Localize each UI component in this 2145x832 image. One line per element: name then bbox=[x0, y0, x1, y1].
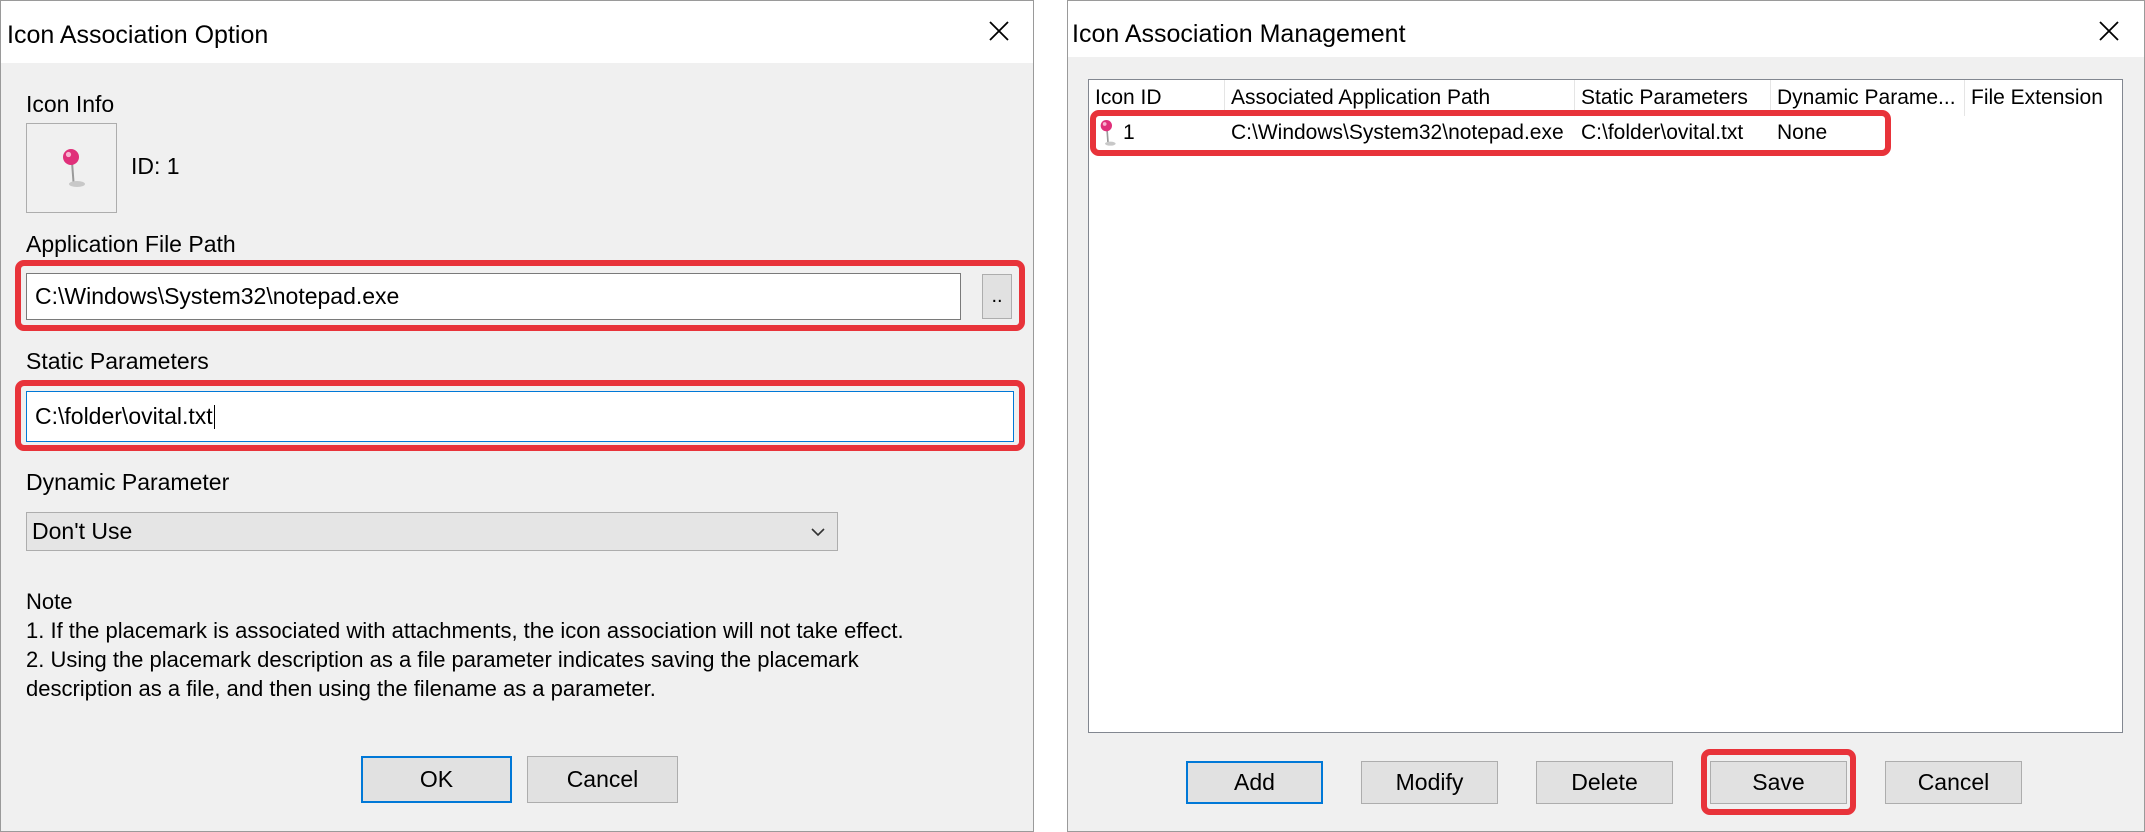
close-button[interactable] bbox=[967, 1, 1031, 61]
table-row[interactable]: 1 C:\Windows\System32\notepad.exe C:\fol… bbox=[1089, 116, 2122, 150]
cell-icon-id: 1 bbox=[1089, 116, 1225, 150]
column-header-icon-id[interactable]: Icon ID bbox=[1089, 80, 1225, 116]
dynamic-parameter-label: Dynamic Parameter bbox=[26, 469, 230, 495]
icon-info-label: Icon Info bbox=[26, 91, 115, 117]
column-header-app-path[interactable]: Associated Application Path bbox=[1225, 80, 1575, 116]
save-button[interactable]: Save bbox=[1710, 761, 1847, 804]
cell-app-path: C:\Windows\System32\notepad.exe bbox=[1231, 121, 1564, 144]
column-header-file-extension[interactable]: File Extension bbox=[1965, 80, 2122, 116]
icon-association-list[interactable]: Icon ID Associated Application Path Stat… bbox=[1088, 79, 2123, 733]
ok-button[interactable]: OK bbox=[361, 756, 512, 803]
dynamic-parameter-selected: Don't Use bbox=[32, 518, 133, 544]
close-button[interactable] bbox=[2078, 1, 2140, 61]
dialog-title: Icon Association Option bbox=[7, 21, 269, 49]
note-line-2: 2. Using the placemark description as a … bbox=[26, 647, 859, 672]
list-header: Icon ID Associated Application Path Stat… bbox=[1089, 80, 2122, 116]
icon-preview-button[interactable] bbox=[26, 123, 117, 213]
cell-static-params: C:\folder\ovital.txt bbox=[1581, 121, 1744, 144]
column-header-dynamic-params[interactable]: Dynamic Parame... bbox=[1771, 80, 1965, 116]
title-bar: Icon Association Option bbox=[1, 1, 1033, 63]
cell-dynamic-params: None bbox=[1777, 121, 1828, 144]
pushpin-icon bbox=[1100, 120, 1116, 146]
title-bar: Icon Association Management bbox=[1068, 1, 2144, 57]
pushpin-icon bbox=[62, 149, 85, 187]
application-file-path-label: Application File Path bbox=[26, 231, 236, 257]
icon-association-management-dialog: Icon Association Management Icon ID Asso… bbox=[1067, 0, 2145, 832]
modify-button[interactable]: Modify bbox=[1361, 761, 1498, 804]
close-icon bbox=[2099, 21, 2119, 41]
browse-button[interactable]: .. bbox=[982, 274, 1012, 319]
static-parameters-label: Static Parameters bbox=[26, 348, 209, 374]
note-title: Note bbox=[26, 589, 73, 614]
text-caret bbox=[213, 404, 215, 429]
column-header-static-params[interactable]: Static Parameters bbox=[1575, 80, 1771, 116]
chevron-down-icon bbox=[811, 528, 825, 537]
static-parameters-input[interactable]: C:\folder\ovital.txt bbox=[26, 391, 1014, 442]
note-line-3: description as a file, and then using th… bbox=[26, 676, 656, 701]
cancel-button[interactable]: Cancel bbox=[1885, 761, 2022, 804]
icon-id-text: ID: 1 bbox=[131, 153, 180, 179]
static-parameters-value: C:\folder\ovital.txt bbox=[35, 403, 213, 429]
icon-id-value: 1 bbox=[1123, 121, 1135, 144]
application-file-path-input[interactable]: C:\Windows\System32\notepad.exe bbox=[26, 273, 961, 320]
delete-button[interactable]: Delete bbox=[1536, 761, 1673, 804]
close-icon bbox=[989, 21, 1009, 41]
cell-file-extension bbox=[1965, 116, 2122, 150]
dialog-title: Icon Association Management bbox=[1072, 20, 1406, 48]
cancel-button[interactable]: Cancel bbox=[527, 756, 678, 803]
add-button[interactable]: Add bbox=[1186, 761, 1323, 804]
dynamic-parameter-dropdown[interactable]: Don't Use bbox=[26, 512, 838, 551]
icon-association-option-dialog: Icon Association Option Icon Info ID: 1 … bbox=[0, 0, 1034, 832]
note-line-1: 1. If the placemark is associated with a… bbox=[26, 618, 904, 643]
application-file-path-value: C:\Windows\System32\notepad.exe bbox=[35, 283, 400, 309]
